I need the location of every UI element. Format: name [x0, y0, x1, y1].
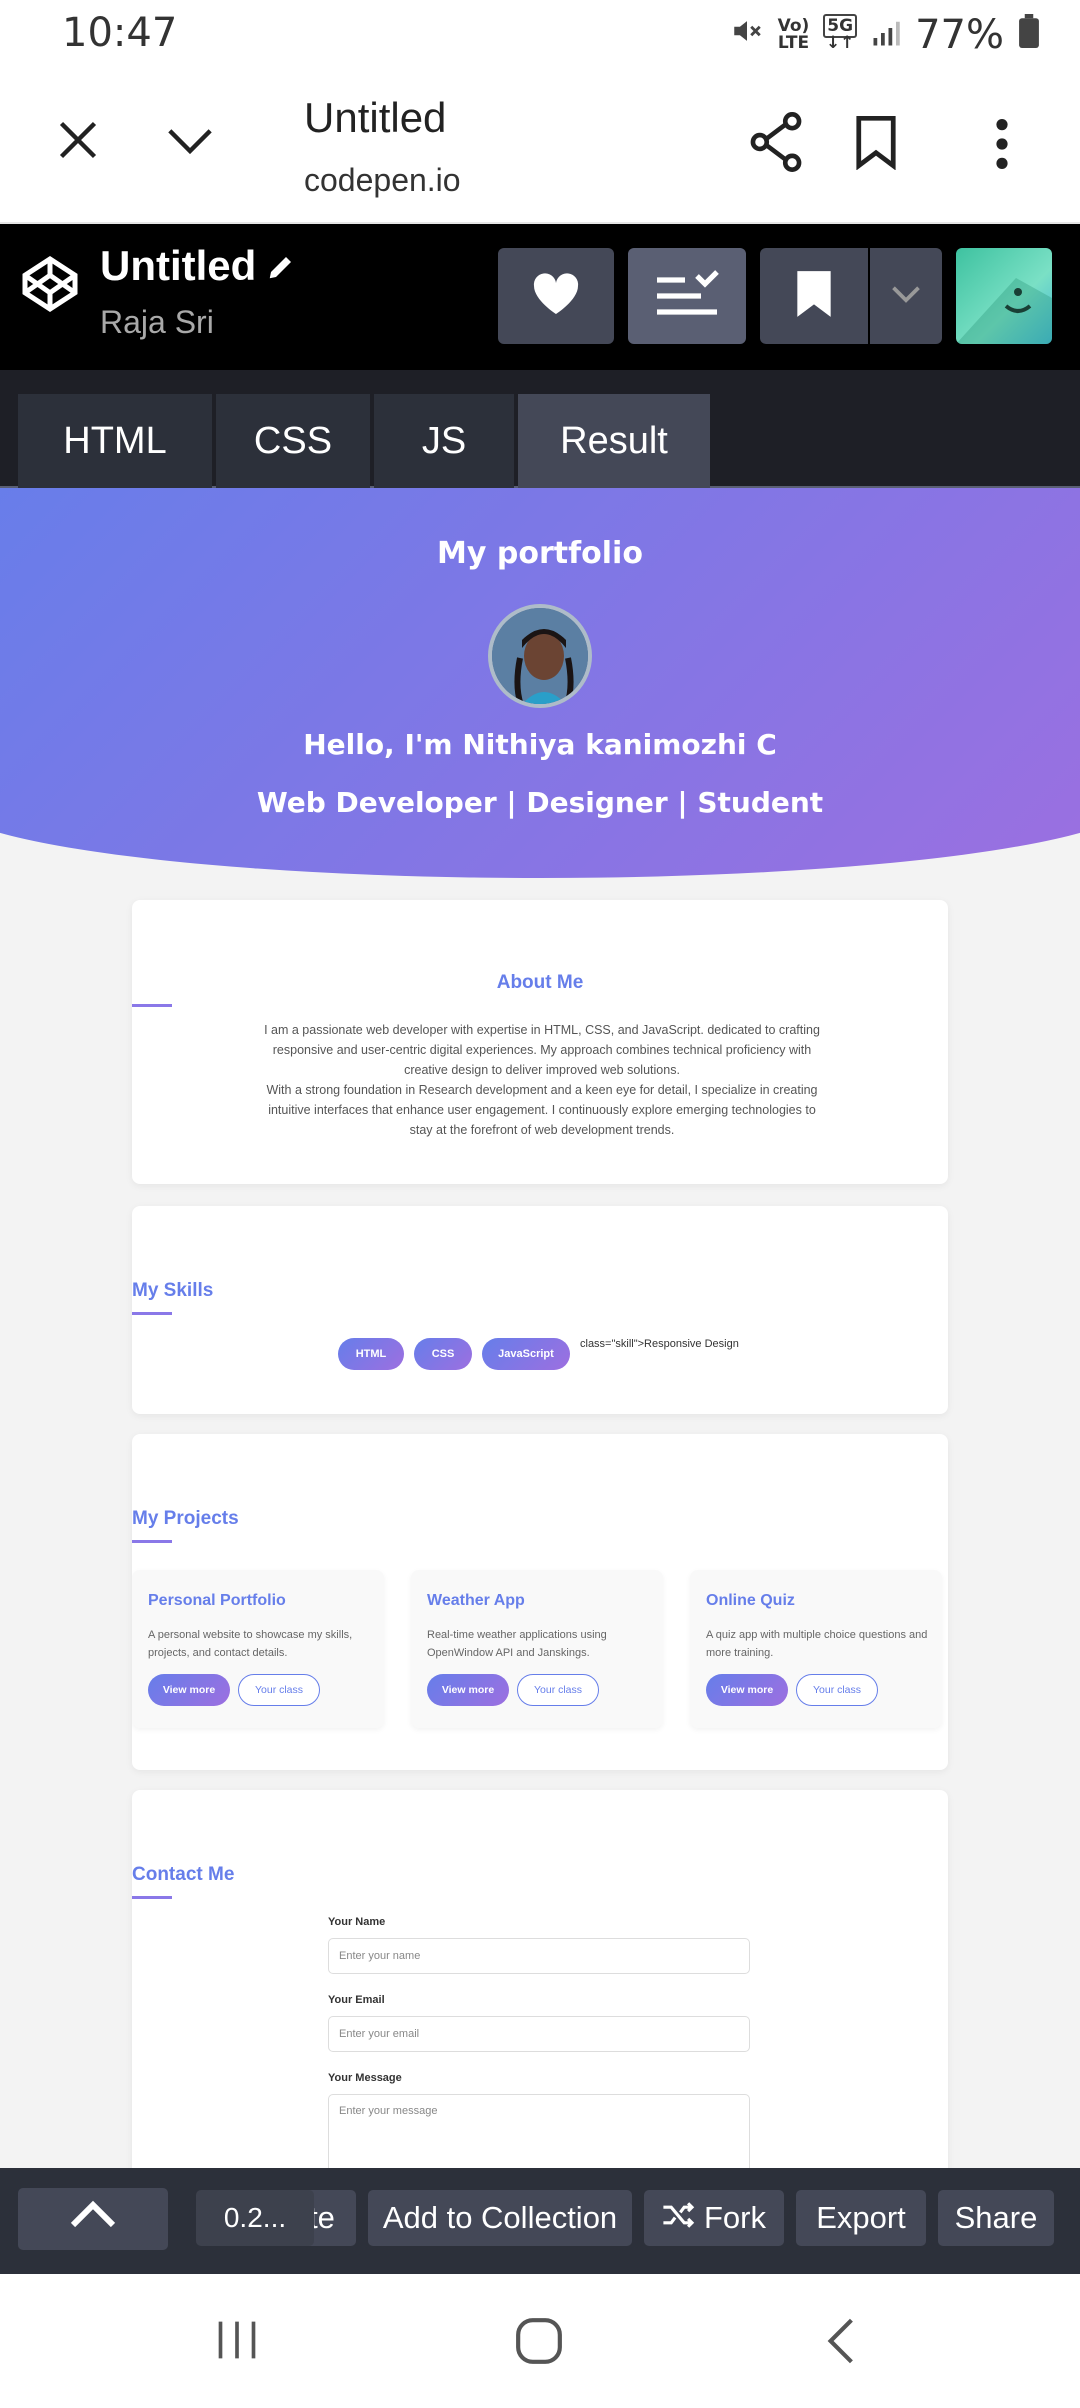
- close-icon[interactable]: [56, 118, 100, 167]
- your-class-button[interactable]: Your class: [796, 1674, 878, 1706]
- email-field[interactable]: Enter your email: [328, 2016, 750, 2052]
- bookmark-dropdown-button[interactable]: [870, 248, 942, 344]
- editor-tabs: HTML CSS JS Result: [0, 370, 1080, 488]
- result-preview: My portfolio Hello, I'm Nithiya kanimozh…: [0, 488, 1080, 2168]
- skill-stray-text: class="skill">Responsive Design: [580, 1338, 739, 1350]
- codepen-logo-icon[interactable]: [20, 254, 80, 319]
- signal-icon: [871, 12, 901, 58]
- battery-icon: [1018, 12, 1040, 58]
- your-class-button[interactable]: Your class: [517, 1674, 599, 1706]
- name-label: Your Name: [328, 1916, 386, 1928]
- tab-result[interactable]: Result: [518, 394, 710, 488]
- volte-icon: Vo) LTE: [777, 16, 810, 53]
- share-icon[interactable]: [748, 112, 804, 177]
- project-description: Real-time weather applications using Ope…: [427, 1629, 607, 1659]
- about-title: About Me: [496, 972, 584, 993]
- message-label: Your Message: [328, 2072, 402, 2084]
- user-avatar[interactable]: [956, 248, 1052, 344]
- project-description: A quiz app with multiple choice question…: [706, 1629, 928, 1659]
- skills-list: HTML CSS JavaScript class="skill">Respon…: [338, 1338, 898, 1372]
- battery-percent: 77%: [915, 12, 1004, 58]
- tab-html[interactable]: HTML: [18, 394, 212, 488]
- fork-label: Fork: [704, 2200, 766, 2235]
- project-description: A personal website to showcase my skills…: [148, 1629, 353, 1659]
- profile-photo: [488, 604, 592, 708]
- bookmark-button[interactable]: [760, 248, 868, 344]
- edit-pencil-icon[interactable]: [266, 252, 296, 287]
- project-name: Weather App: [427, 1592, 525, 1609]
- skill-pill-css: CSS: [414, 1338, 472, 1370]
- home-icon[interactable]: [514, 2316, 564, 2371]
- love-button[interactable]: [498, 248, 614, 344]
- contact-title: Contact Me: [132, 1864, 235, 1885]
- skills-underline: [132, 1312, 172, 1315]
- codepen-header: Untitled Raja Sri: [0, 224, 1080, 370]
- about-section: About Me I am a passionate web developer…: [132, 900, 948, 1184]
- projects-section: My Projects Personal Portfolio A persona…: [132, 1434, 948, 1770]
- greeting-heading: Hello, I'm Nithiya kanimozhi C: [303, 728, 777, 761]
- view-switcher-button[interactable]: [628, 248, 746, 344]
- fork-icon: [662, 2200, 696, 2236]
- skills-title: My Skills: [132, 1280, 214, 1301]
- pen-author[interactable]: Raja Sri: [100, 304, 214, 341]
- add-to-collection-button[interactable]: Add to Collection: [368, 2190, 632, 2246]
- contact-section: Contact Me Your Name Enter your name You…: [132, 1790, 948, 2168]
- mute-icon: [730, 12, 764, 58]
- project-name: Personal Portfolio: [148, 1592, 286, 1609]
- fork-button[interactable]: Fork: [644, 2190, 784, 2246]
- more-options-icon[interactable]: [988, 116, 1016, 177]
- about-text: I am a passionate web developer with exp…: [264, 1023, 820, 1137]
- chevron-down-icon: [891, 284, 921, 309]
- recent-apps-icon[interactable]: [214, 2318, 260, 2367]
- chevron-up-icon: [69, 2200, 117, 2238]
- project-card: Online Quiz A quiz app with multiple cho…: [690, 1570, 942, 1728]
- message-field[interactable]: Enter your message: [328, 2094, 750, 2168]
- tagline-heading: Web Developer | Designer | Student: [256, 786, 824, 819]
- email-label: Your Email: [328, 1994, 385, 2006]
- status-bar: 10:47 Vo) LTE 5G ↓↑ 77%: [0, 0, 1080, 72]
- view-more-button[interactable]: View more: [706, 1674, 788, 1706]
- codepen-bottom-bar: te 0.2... Add to Collection Fork Export …: [0, 2168, 1080, 2274]
- back-icon[interactable]: [824, 2316, 858, 2371]
- your-class-button[interactable]: Your class: [238, 1674, 320, 1706]
- network-5g-icon: 5G ↓↑: [823, 14, 858, 52]
- project-name: Online Quiz: [706, 1592, 795, 1609]
- projects-title: My Projects: [132, 1508, 239, 1529]
- browser-toolbar: Untitled codepen.io: [0, 72, 1080, 224]
- project-card: Weather App Real-time weather applicatio…: [411, 1570, 663, 1728]
- status-time: 10:47: [62, 10, 178, 56]
- portfolio-title: My portfolio: [437, 536, 643, 571]
- tab-css[interactable]: CSS: [216, 394, 370, 488]
- collapse-button[interactable]: [18, 2188, 168, 2250]
- skills-section: My Skills HTML CSS JavaScript class="ski…: [132, 1206, 948, 1414]
- browser-url[interactable]: codepen.io: [304, 162, 461, 199]
- skill-pill-javascript: JavaScript: [482, 1338, 570, 1370]
- bookmark-icon[interactable]: [854, 114, 898, 175]
- view-more-button[interactable]: View more: [148, 1674, 230, 1706]
- projects-underline: [132, 1540, 172, 1543]
- pen-title[interactable]: Untitled: [100, 242, 256, 290]
- tab-js[interactable]: JS: [374, 394, 514, 488]
- contact-underline: [132, 1896, 172, 1899]
- skill-pill-html: HTML: [338, 1338, 404, 1370]
- heart-icon: [532, 272, 580, 321]
- project-card: Personal Portfolio A personal website to…: [132, 1570, 384, 1728]
- name-field[interactable]: Enter your name: [328, 1938, 750, 1974]
- bookmark-filled-icon: [795, 269, 833, 324]
- zoom-indicator[interactable]: 0.2...: [196, 2190, 314, 2246]
- share-button[interactable]: Share: [938, 2190, 1054, 2246]
- export-button[interactable]: Export: [796, 2190, 926, 2246]
- about-underline: [132, 1004, 172, 1007]
- android-nav-bar: [0, 2274, 1080, 2408]
- layout-menu-icon: [653, 268, 721, 325]
- browser-title: Untitled: [304, 94, 447, 141]
- view-more-button[interactable]: View more: [427, 1674, 509, 1706]
- chevron-down-icon[interactable]: [164, 118, 216, 167]
